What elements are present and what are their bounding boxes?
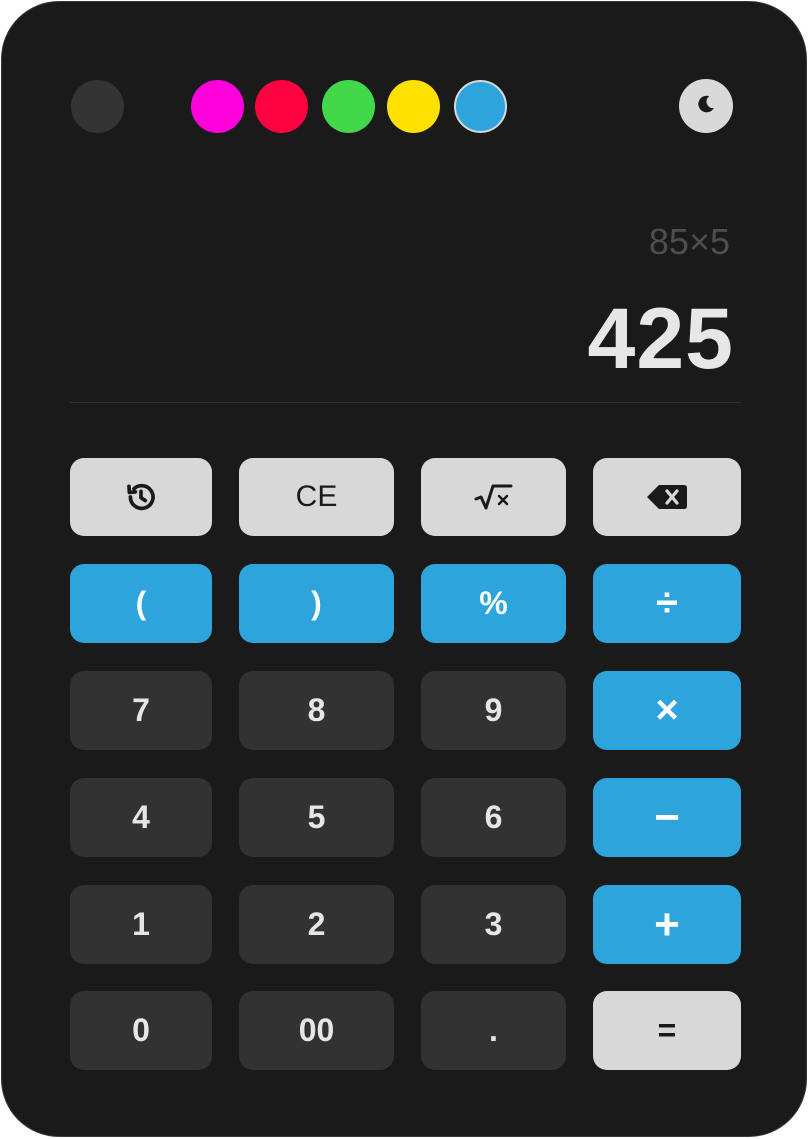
moon-icon [695,93,717,120]
digit-8-button[interactable]: 8 [239,671,394,750]
swatch-blue[interactable] [454,80,507,133]
square-root-button[interactable] [421,458,566,536]
digit-4-button[interactable]: 4 [70,778,212,857]
digit-9-button[interactable]: 9 [421,671,566,750]
backspace-icon [646,484,688,510]
history-icon [124,480,158,514]
decimal-button[interactable]: . [421,991,566,1070]
digit-6-button[interactable]: 6 [421,778,566,857]
minus-button[interactable]: − [593,778,741,857]
double-zero-button[interactable]: 00 [239,991,394,1070]
swatch-magenta[interactable] [191,80,244,133]
divide-button[interactable]: ÷ [593,564,741,643]
digit-1-button[interactable]: 1 [70,885,212,964]
expression-display: 85×5 [648,221,730,262]
swatch-red[interactable] [255,80,308,133]
clear-entry-button[interactable]: CE [239,458,394,536]
backspace-button[interactable] [593,458,741,536]
multiply-button[interactable]: × [593,671,741,750]
swatch-yellow[interactable] [387,80,440,133]
swatch-green[interactable] [322,80,375,133]
digit-2-button[interactable]: 2 [239,885,394,964]
square-root-icon [473,482,515,512]
percent-button[interactable]: % [421,564,566,643]
plus-button[interactable]: + [593,885,741,964]
swatch-dark[interactable] [71,80,124,133]
equals-button[interactable]: = [593,991,741,1070]
close-paren-button[interactable]: ) [239,564,394,643]
digit-0-button[interactable]: 0 [70,991,212,1070]
digit-7-button[interactable]: 7 [70,671,212,750]
result-display: 425 [587,291,734,387]
history-button[interactable] [70,458,212,536]
digit-5-button[interactable]: 5 [239,778,394,857]
theme-toggle-button[interactable] [679,79,733,133]
display-divider [70,402,741,403]
open-paren-button[interactable]: ( [70,564,212,643]
calculator-window: 85×5 425 CE ( ) % ÷ 7 8 9 × 4 5 6 − 1 2 … [1,1,807,1137]
digit-3-button[interactable]: 3 [421,885,566,964]
